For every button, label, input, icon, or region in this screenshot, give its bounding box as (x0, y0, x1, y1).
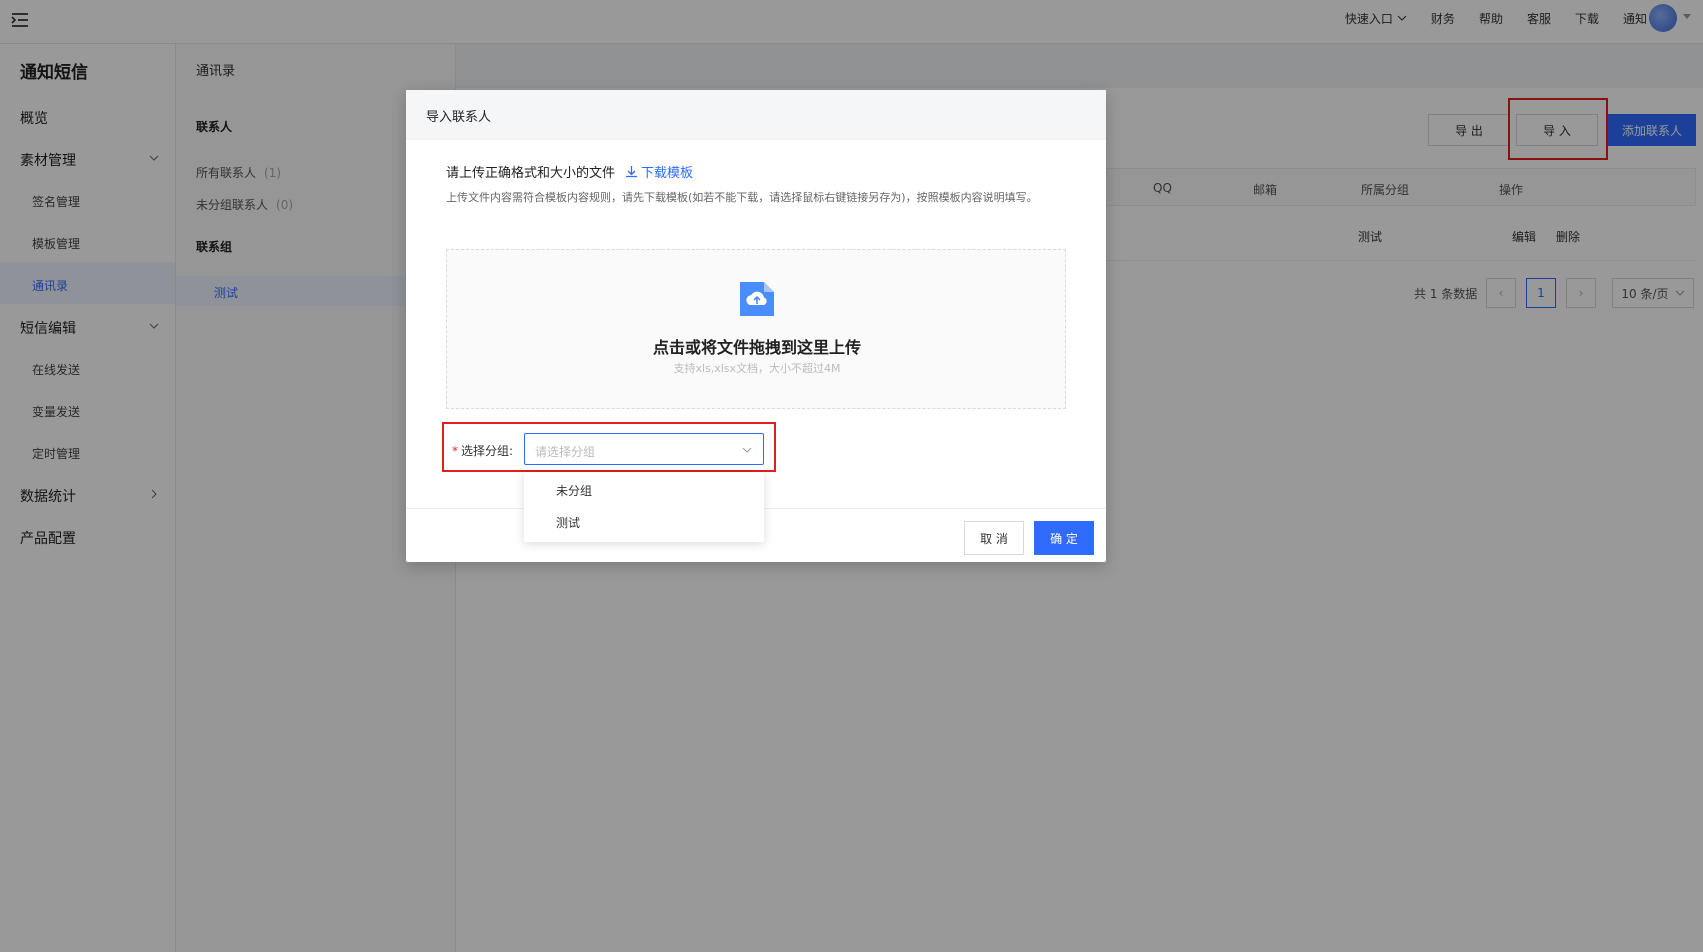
upload-format-hint: 支持xls,xlsx文档，大小不超过4M (673, 362, 841, 375)
confirm-button[interactable]: 确 定 (1034, 521, 1094, 555)
dialog-header: 导入联系人 (406, 90, 1106, 140)
group-option-test[interactable]: 测试 (556, 514, 580, 531)
upload-tip: 请上传正确格式和大小的文件 下载模板 (446, 162, 693, 181)
upload-dropzone[interactable]: 点击或将文件拖拽到这里上传 支持xls,xlsx文档，大小不超过4M (446, 249, 1066, 409)
upload-dropzone-text: 点击或将文件拖拽到这里上传 (652, 338, 861, 357)
highlight-box-group (442, 422, 776, 472)
upload-description: 上传文件内容需符合模板内容规则，请先下载模板(如若不能下载，请选择鼠标右键链接另… (446, 191, 1038, 204)
download-icon (626, 166, 638, 178)
group-option-ungrouped[interactable]: 未分组 (556, 482, 592, 499)
group-dropdown-menu: 未分组 测试 (524, 472, 764, 542)
cancel-button[interactable]: 取 消 (964, 521, 1024, 555)
download-template-link[interactable]: 下载模板 (625, 162, 693, 181)
cloud-upload-file-icon (740, 282, 774, 316)
upload-tip-text: 请上传正确格式和大小的文件 (446, 166, 616, 181)
dialog-title: 导入联系人 (426, 110, 492, 125)
download-template-label: 下载模板 (641, 166, 694, 181)
